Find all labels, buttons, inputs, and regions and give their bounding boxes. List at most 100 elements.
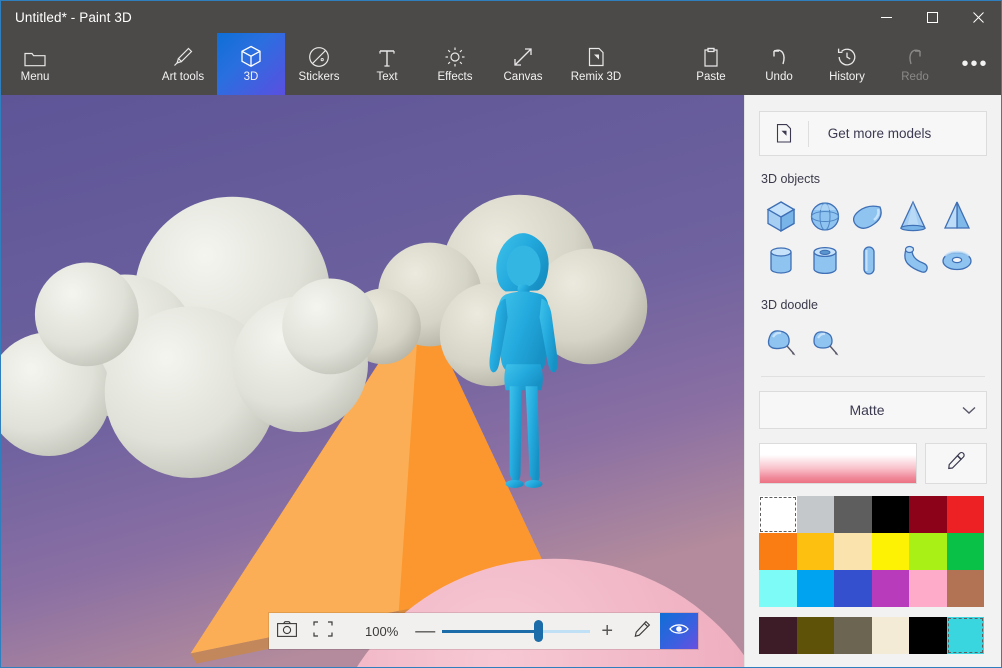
ribbon-item-text[interactable]: Text [353,33,421,95]
zoom-toolbar: 100% — + [269,613,699,649]
remix-3d-icon [760,123,808,144]
swatch-dark-gray[interactable] [834,496,872,533]
ribbon-label-effects: Effects [437,71,473,84]
ribbon-item-remix-3d[interactable]: Remix 3D [557,33,635,95]
ribbon-toolbar: Menu Art tools 3D Stickers Text Effects … [1,33,1001,95]
swatch-dark-red[interactable] [909,496,947,533]
shape-torus[interactable] [935,238,979,282]
ribbon-label-3d: 3D [243,71,259,84]
palette-row-2 [759,533,987,570]
ribbon-item-history[interactable]: History [813,33,881,95]
recent-swatch-5[interactable] [909,617,947,654]
camera-button[interactable] [269,613,305,649]
zoom-slider-fill [442,629,540,633]
shape-cube[interactable] [759,194,803,238]
shape-pyramid[interactable] [935,194,979,238]
ribbon-spacer [635,33,677,95]
ribbon-label-remix-3d: Remix 3D [570,71,622,84]
recent-swatch-4[interactable] [871,617,909,654]
ribbon-item-3d[interactable]: 3D [217,33,285,95]
zoom-out-button[interactable]: — [408,613,442,649]
sun-icon [444,44,466,68]
swatch-green[interactable] [946,533,984,570]
maximize-button[interactable] [909,1,955,33]
get-more-models-button[interactable]: Get more models [759,111,987,156]
swatch-aqua[interactable] [759,570,797,607]
swatch-indigo[interactable] [834,570,872,607]
ribbon-item-canvas[interactable]: Canvas [489,33,557,95]
doodle-sharp-edge[interactable] [803,320,847,364]
fit-to-screen-icon [313,620,333,642]
recent-swatch-2[interactable] [796,617,834,654]
ribbon-item-art-tools[interactable]: Art tools [149,33,217,95]
zoom-slider[interactable] [442,613,591,649]
panel-divider [761,376,985,377]
recent-swatch-6[interactable] [946,617,984,654]
swatch-amber[interactable] [796,533,834,570]
window-title: Untitled* - Paint 3D [15,9,132,25]
swatch-yellow[interactable] [871,533,909,570]
ribbon-item-undo[interactable]: Undo [745,33,813,95]
ribbon-label-undo: Undo [765,71,793,84]
swatch-magenta[interactable] [871,570,909,607]
ribbon-item-paste[interactable]: Paste [677,33,745,95]
swatch-cream[interactable] [834,533,872,570]
text-icon [376,44,398,68]
minimize-button[interactable] [863,1,909,33]
close-button[interactable] [955,1,1001,33]
shape-teardrop[interactable] [847,194,891,238]
brush-icon [172,44,194,68]
recent-swatch-1[interactable] [759,617,797,654]
shape-sphere[interactable] [803,194,847,238]
title-bar: Untitled* - Paint 3D [1,1,1001,33]
swatch-pink[interactable] [909,570,947,607]
history-icon [836,44,858,68]
camera-icon [277,620,297,642]
shape-tube[interactable] [803,238,847,282]
shape-cylinder[interactable] [759,238,803,282]
swatch-light-gray[interactable] [796,496,834,533]
3d-doodle-title: 3D doodle [761,298,818,312]
ribbon-label-menu: Menu [20,71,50,84]
ribbon-label-redo: Redo [901,71,929,84]
swatch-lime[interactable] [909,533,947,570]
3d-objects-row-2 [759,238,987,282]
ribbon-item-redo[interactable]: Redo [881,33,949,95]
shape-cone[interactable] [891,194,935,238]
shape-bent-tube[interactable] [891,238,935,282]
shape-capsule[interactable] [847,238,891,282]
doodle-soft-edge[interactable] [759,320,803,364]
remix-icon [585,44,607,68]
recent-swatch-3[interactable] [834,617,872,654]
ribbon-item-menu[interactable]: Menu [1,33,69,95]
fit-to-screen-button[interactable] [305,613,341,649]
ribbon-label-stickers: Stickers [298,71,340,84]
redo-icon [904,44,926,68]
swatch-brown[interactable] [946,570,984,607]
ribbon-label-canvas: Canvas [503,71,543,84]
swatch-red[interactable] [946,496,984,533]
eyedropper-button[interactable] [925,443,987,484]
clipboard-icon [701,44,721,68]
cube-icon [240,44,262,68]
ribbon-item-stickers[interactable]: Stickers [285,33,353,95]
canvas-3d-viewport[interactable]: 100% — + [1,95,744,667]
paint-3d-window: Untitled* - Paint 3D Menu Art tools 3D S… [0,0,1002,668]
pencil-button[interactable] [624,613,660,649]
swatch-blue[interactable] [796,570,834,607]
undo-icon [768,44,790,68]
zoom-slider-knob[interactable] [534,620,543,642]
material-dropdown[interactable]: Matte [759,391,987,429]
recent-colors [759,617,987,654]
swatch-white[interactable] [759,496,797,533]
swatch-orange[interactable] [759,533,797,570]
app-body: 100% — + Get more models 3D objects 3D d… [1,95,1001,667]
current-color-row [759,443,987,484]
swatch-black[interactable] [871,496,909,533]
ribbon-label-text: Text [376,71,398,84]
ribbon-item-effects[interactable]: Effects [421,33,489,95]
zoom-in-button[interactable]: + [590,613,624,649]
view-toggle-button[interactable] [660,613,699,649]
more-options-icon[interactable]: ••• [949,33,1001,95]
current-color-swatch[interactable] [759,443,917,484]
